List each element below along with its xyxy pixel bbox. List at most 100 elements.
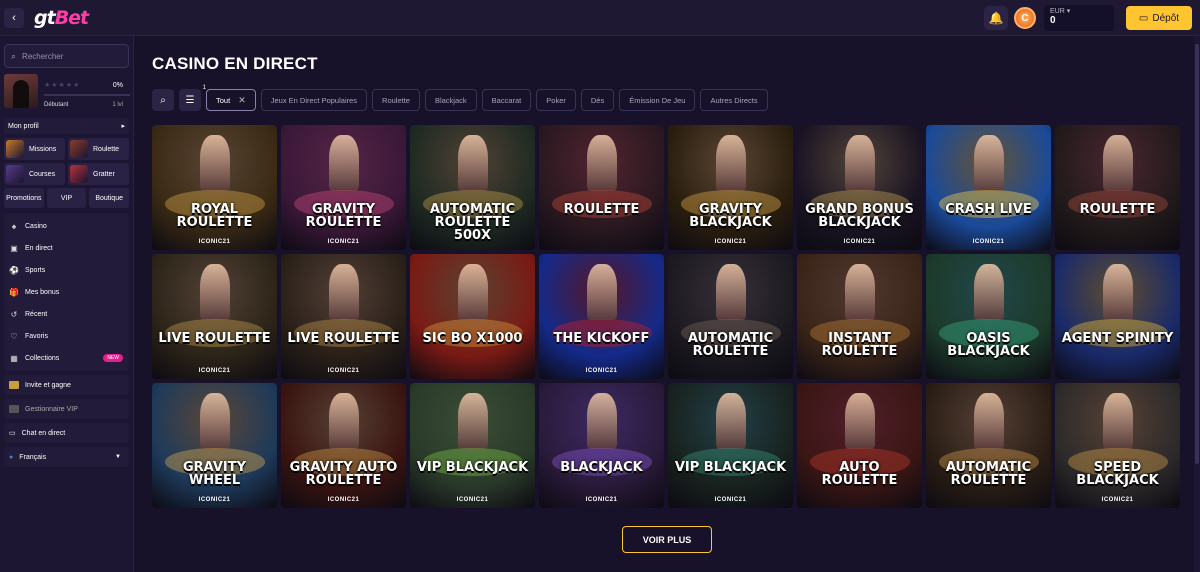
history-icon: ↺ xyxy=(10,309,18,319)
filter-button[interactable]: ☰ 1 xyxy=(179,85,206,111)
game-card[interactable]: Automatic Roulette xyxy=(926,383,1051,508)
sidebar-item-collections[interactable]: ▦ Collections NEW xyxy=(4,347,129,369)
game-card[interactable]: Agent Spinity xyxy=(1055,254,1180,379)
game-title: Gravity Blackjack xyxy=(689,201,772,230)
sidebar-item-casino[interactable]: ♠ Casino xyxy=(4,215,129,237)
balance-display[interactable]: EUR ▾ 0 xyxy=(1044,5,1114,31)
deposit-button[interactable]: ▭ Dépôt xyxy=(1126,6,1192,30)
game-card[interactable]: Royal Roulette ICONIC21 xyxy=(152,125,277,250)
sidebar-item-mes-bonus[interactable]: 🎁 Mes bonus xyxy=(4,281,129,303)
page-scrollbar[interactable] xyxy=(1194,36,1200,572)
dealer-image xyxy=(973,135,1004,192)
game-card[interactable]: Live Roulette ICONIC21 xyxy=(281,254,406,379)
see-more-button[interactable]: VOIR PLUS xyxy=(622,526,712,553)
chip-label: Jeux En Direct Populaires xyxy=(270,95,358,105)
game-card[interactable]: Grand Bonus Blackjack ICONIC21 xyxy=(797,125,922,250)
game-card[interactable]: VIP Blackjack ICONIC21 xyxy=(410,383,535,508)
game-provider: ICONIC21 xyxy=(456,497,489,503)
sidebar: ⌕ ★★★★★ 0% Débutant 1 lvl Mon profil ▸ M… xyxy=(0,36,134,572)
courses-icon xyxy=(6,165,24,183)
game-card[interactable]: Gravity Wheel ICONIC21 xyxy=(152,383,277,508)
sidebar-item-en-direct[interactable]: ▣ En direct xyxy=(4,237,129,259)
boutique-button[interactable]: Boutique xyxy=(89,188,129,208)
game-card[interactable]: Roulette xyxy=(539,125,664,250)
live-chat-button[interactable]: ▭ Chat en direct xyxy=(4,423,129,443)
coin-icon[interactable]: C xyxy=(1014,7,1036,29)
vip-button[interactable]: VIP xyxy=(46,188,87,208)
game-card[interactable]: Sic Bo x1000 xyxy=(410,254,535,379)
game-card[interactable]: VIP Blackjack ICONIC21 xyxy=(668,383,793,508)
game-title: Live Roulette xyxy=(158,330,271,346)
currency-selector[interactable]: EUR ▾ xyxy=(1050,7,1108,15)
scrollbar-thumb[interactable] xyxy=(1195,44,1199,464)
game-provider: ICONIC21 xyxy=(327,497,360,503)
game-provider: ICONIC21 xyxy=(972,239,1005,245)
filter-chip[interactable]: Blackjack xyxy=(424,89,477,111)
filter-chip[interactable]: Roulette xyxy=(372,89,420,111)
dealer-image xyxy=(457,135,488,192)
game-title: Blackjack xyxy=(560,459,643,475)
chat-label: Chat en direct xyxy=(21,429,66,437)
close-icon[interactable]: ✕ xyxy=(238,95,246,106)
chip-label: Dés xyxy=(590,95,605,105)
main-content: CASINO EN DIRECT ⌕ ☰ 1 Tout ✕ Jeux En Direc… xyxy=(134,36,1200,572)
sidebar-nav: ♠ Casino ▣ En direct ⚽ Sports 🎁 Mes bonus ↺ R… xyxy=(4,213,129,371)
site-logo[interactable]: gtBet xyxy=(34,7,89,29)
invite-button[interactable]: Invite et gagne xyxy=(4,375,129,395)
filter-chip[interactable]: Poker xyxy=(536,89,576,111)
search-box[interactable]: ⌕ xyxy=(4,44,129,68)
game-title: Grand Bonus Blackjack xyxy=(805,201,914,230)
game-card[interactable]: Crash Live ICONIC21 xyxy=(926,125,1051,250)
filter-chip[interactable]: Tout ✕ xyxy=(206,89,256,111)
sidebar-item-sports[interactable]: ⚽ Sports xyxy=(4,259,129,281)
filter-chip[interactable]: Jeux En Direct Populaires xyxy=(260,89,368,111)
game-title: Roulette xyxy=(1079,201,1156,217)
language-selector[interactable]: ● Français ▼ xyxy=(4,447,129,467)
level-name: Débutant xyxy=(44,102,69,108)
tile-missions[interactable]: Missions xyxy=(4,138,65,160)
game-card[interactable]: Automatic Roulette 500X xyxy=(410,125,535,250)
game-card[interactable]: The Kickoff ICONIC21 xyxy=(539,254,664,379)
sidebar-item-recent[interactable]: ↺ Récent xyxy=(4,303,129,325)
dealer-image xyxy=(586,393,617,450)
back-button[interactable]: ‹ xyxy=(4,7,24,28)
game-card[interactable]: Speed Blackjack ICONIC21 xyxy=(1055,383,1180,508)
nav-label: Casino xyxy=(25,222,47,230)
game-card[interactable]: Oasis Blackjack xyxy=(926,254,1051,379)
profile-card[interactable]: ★★★★★ 0% Débutant 1 lvl xyxy=(4,74,130,114)
filter-chip[interactable]: Émission De Jeu xyxy=(619,89,696,111)
tile-gratter[interactable]: Gratter xyxy=(68,163,129,185)
game-card[interactable]: Live Roulette ICONIC21 xyxy=(152,254,277,379)
dealer-image xyxy=(1102,264,1133,321)
filter-chip[interactable]: Dés xyxy=(580,89,615,111)
tile-courses[interactable]: Courses xyxy=(4,163,65,185)
search-button[interactable]: ⌕ xyxy=(152,89,174,111)
game-title: Speed Blackjack xyxy=(1076,459,1159,488)
vip-manager-button[interactable]: Gestionnaire VIP xyxy=(4,399,129,419)
tile-roulette[interactable]: Roulette xyxy=(68,138,129,160)
page-title: CASINO EN DIRECT xyxy=(152,54,318,73)
search-icon: ⌕ xyxy=(160,94,166,106)
game-title: Automatic Roulette 500X xyxy=(429,201,516,243)
game-card[interactable]: Blackjack ICONIC21 xyxy=(539,383,664,508)
notifications-button[interactable]: 🔔 xyxy=(984,6,1008,30)
header-actions: 🔔 C EUR ▾ 0 ▭ Dépôt xyxy=(984,5,1192,31)
game-card[interactable]: Roulette xyxy=(1055,125,1180,250)
filter-chip[interactable]: Baccarat xyxy=(481,89,532,111)
search-input[interactable] xyxy=(22,51,118,61)
sliders-icon: ☰ xyxy=(185,94,195,106)
game-card[interactable]: Gravity Roulette ICONIC21 xyxy=(281,125,406,250)
filter-chip[interactable]: Autres Directs xyxy=(700,89,768,111)
game-card[interactable]: Gravity Auto Roulette ICONIC21 xyxy=(281,383,406,508)
nav-label: Sports xyxy=(25,266,46,274)
my-profile-link[interactable]: Mon profil ▸ xyxy=(4,118,129,134)
dealer-image xyxy=(844,393,875,450)
game-card[interactable]: Auto Roulette xyxy=(797,383,922,508)
game-card[interactable]: Gravity Blackjack ICONIC21 xyxy=(668,125,793,250)
game-card[interactable]: Automatic Roulette xyxy=(668,254,793,379)
sidebar-item-favoris[interactable]: ♡ Favoris xyxy=(4,325,129,347)
dealer-image xyxy=(586,264,617,321)
promotions-button[interactable]: Promotions xyxy=(4,188,44,208)
dealer-image xyxy=(715,264,746,321)
game-card[interactable]: Instant Roulette xyxy=(797,254,922,379)
